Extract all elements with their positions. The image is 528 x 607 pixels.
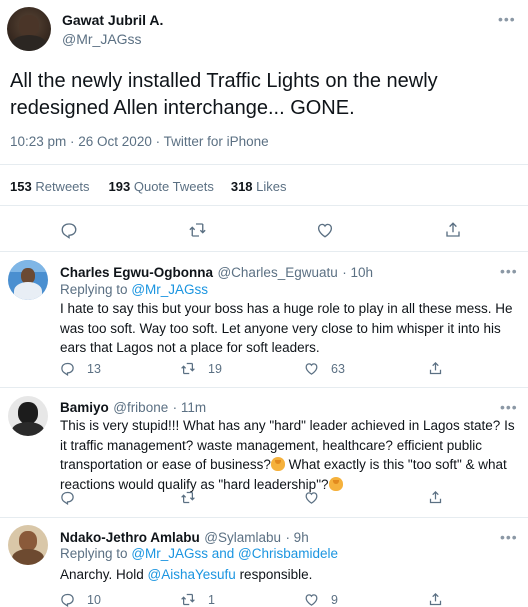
share-button[interactable] [428, 592, 443, 607]
retweet-icon [181, 593, 195, 606]
reply-count: 13 [87, 361, 101, 376]
person-shrugging-emoji-icon [328, 476, 343, 491]
like-count: 9 [331, 592, 338, 607]
reply-button[interactable] [60, 221, 78, 239]
reply-avatar[interactable] [8, 396, 48, 436]
reply-button[interactable]: 10 [60, 592, 101, 607]
replying-to: Replying to @Mr_JAGss and @Chrisbamidele [60, 546, 339, 561]
mention-link[interactable]: @Mr_JAGss [131, 282, 208, 297]
like-button[interactable]: 63 [304, 361, 345, 376]
retweet-icon [189, 223, 206, 237]
share-icon [429, 592, 442, 606]
tweet-text: All the newly installed Traffic Lights o… [10, 70, 438, 119]
reply-avatar[interactable] [8, 525, 48, 565]
reply-button[interactable] [60, 490, 75, 505]
reply-author-handle[interactable]: @Sylamlabu [204, 530, 281, 545]
retweet-count: 1 [208, 592, 215, 607]
reply-author-handle[interactable]: @Charles_Egwuatu [217, 265, 337, 280]
retweet-icon [181, 362, 195, 375]
like-count: 63 [331, 361, 345, 376]
like-icon [305, 492, 318, 504]
like-button[interactable]: 9 [304, 592, 338, 607]
share-icon [429, 490, 442, 504]
share-button[interactable] [428, 490, 443, 505]
more-options-icon[interactable]: ••• [500, 264, 518, 278]
retweet-icon [181, 491, 195, 504]
reply-icon [61, 491, 74, 505]
replying-to: Replying to @Mr_JAGss [60, 282, 209, 297]
share-icon [429, 361, 442, 375]
retweet-count: 19 [208, 361, 222, 376]
more-options-icon[interactable]: ••• [500, 530, 518, 544]
reply-time[interactable]: · 9h [285, 530, 308, 545]
reply-author-name[interactable]: Bamiyo [60, 400, 109, 415]
author-handle[interactable]: @Mr_JAGss [62, 31, 142, 47]
author-name[interactable]: Gawat Jubril A. [62, 12, 163, 28]
reply-time[interactable]: · 10h [342, 265, 373, 280]
mention-link[interactable]: @AishaYesufu [148, 567, 236, 582]
like-button[interactable] [304, 490, 319, 505]
tweet-meta[interactable]: 10:23 pm · 26 Oct 2020 · Twitter for iPh… [10, 134, 269, 149]
reply-button[interactable]: 13 [60, 361, 101, 376]
share-button[interactable] [428, 361, 443, 376]
reply-icon [61, 593, 74, 607]
reply-header: Charles Egwu-Ogbonna @Charles_Egwuatu · … [60, 264, 373, 282]
like-button[interactable] [316, 221, 334, 239]
reply-text: Anarchy. Hold @AishaYesufu responsible. [60, 567, 313, 582]
reply-author-name[interactable]: Ndako-Jethro Amlabu [60, 530, 200, 545]
retweet-button[interactable] [180, 490, 196, 505]
reply-count: 10 [87, 592, 101, 607]
reply-time[interactable]: · 11m [173, 400, 207, 415]
more-options-icon[interactable]: ••• [498, 12, 516, 26]
more-options-icon[interactable]: ••• [500, 400, 518, 414]
quotes-stat[interactable]: 193 Quote Tweets [109, 179, 214, 194]
reply-text: I hate to say this but your boss has a h… [60, 301, 513, 355]
tweet-stats: 153 Retweets 193 Quote Tweets 318 Likes [10, 179, 287, 194]
reply-author-handle[interactable]: @fribone [113, 400, 168, 415]
reply-icon [61, 362, 74, 376]
person-shrugging-emoji-icon [270, 457, 285, 471]
reply-author-name[interactable]: Charles Egwu-Ogbonna [60, 265, 213, 280]
retweet-button[interactable] [188, 221, 207, 239]
like-icon [317, 223, 333, 238]
retweet-button[interactable]: 1 [180, 592, 215, 607]
reply-avatar[interactable] [8, 260, 48, 300]
reply-header: Ndako-Jethro Amlabu @Sylamlabu · 9h [60, 529, 309, 547]
reply-header: Bamiyo @fribone · 11m [60, 399, 206, 417]
reply-icon [61, 223, 77, 239]
likes-stat[interactable]: 318 Likes [231, 179, 287, 194]
like-icon [305, 363, 318, 375]
mention-link[interactable]: @Mr_JAGss and @Chrisbamidele [131, 546, 338, 561]
author-avatar[interactable] [7, 7, 51, 51]
retweets-stat[interactable]: 153 Retweets [10, 179, 90, 194]
like-icon [305, 594, 318, 606]
share-icon [446, 222, 460, 237]
reply-text: This is very stupid!!! What has any "har… [60, 418, 515, 492]
share-button[interactable] [444, 221, 462, 239]
retweet-button[interactable]: 19 [180, 361, 222, 376]
